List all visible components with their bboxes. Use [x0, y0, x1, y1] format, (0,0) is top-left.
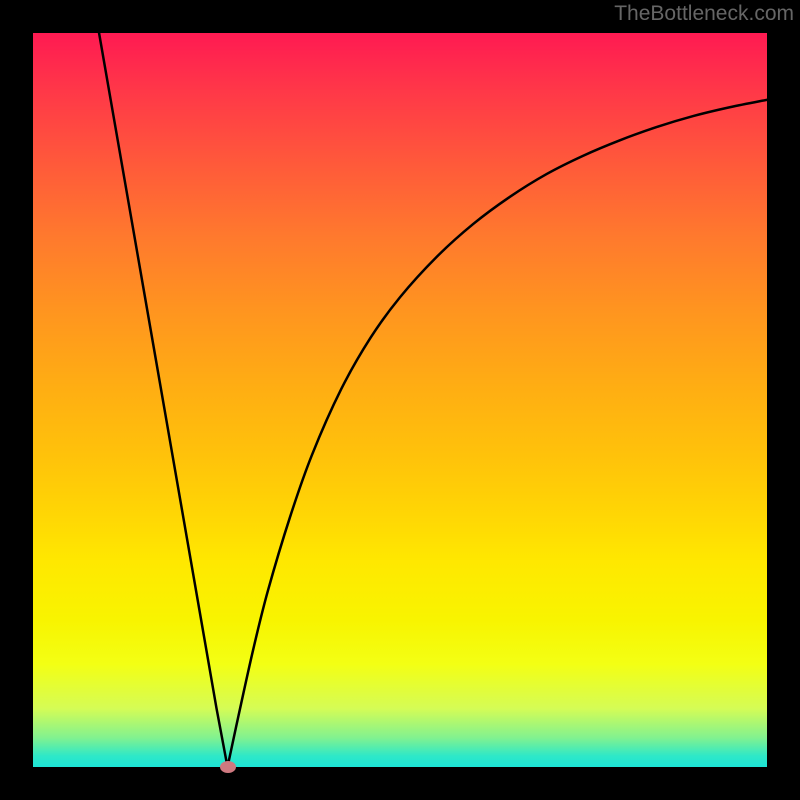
- attribution-text: TheBottleneck.com: [614, 2, 794, 26]
- minimum-marker: [220, 761, 236, 773]
- curve-svg: [33, 33, 767, 767]
- bottleneck-curve: [99, 33, 767, 767]
- plot-area: [33, 33, 767, 767]
- chart-container: TheBottleneck.com: [0, 0, 800, 800]
